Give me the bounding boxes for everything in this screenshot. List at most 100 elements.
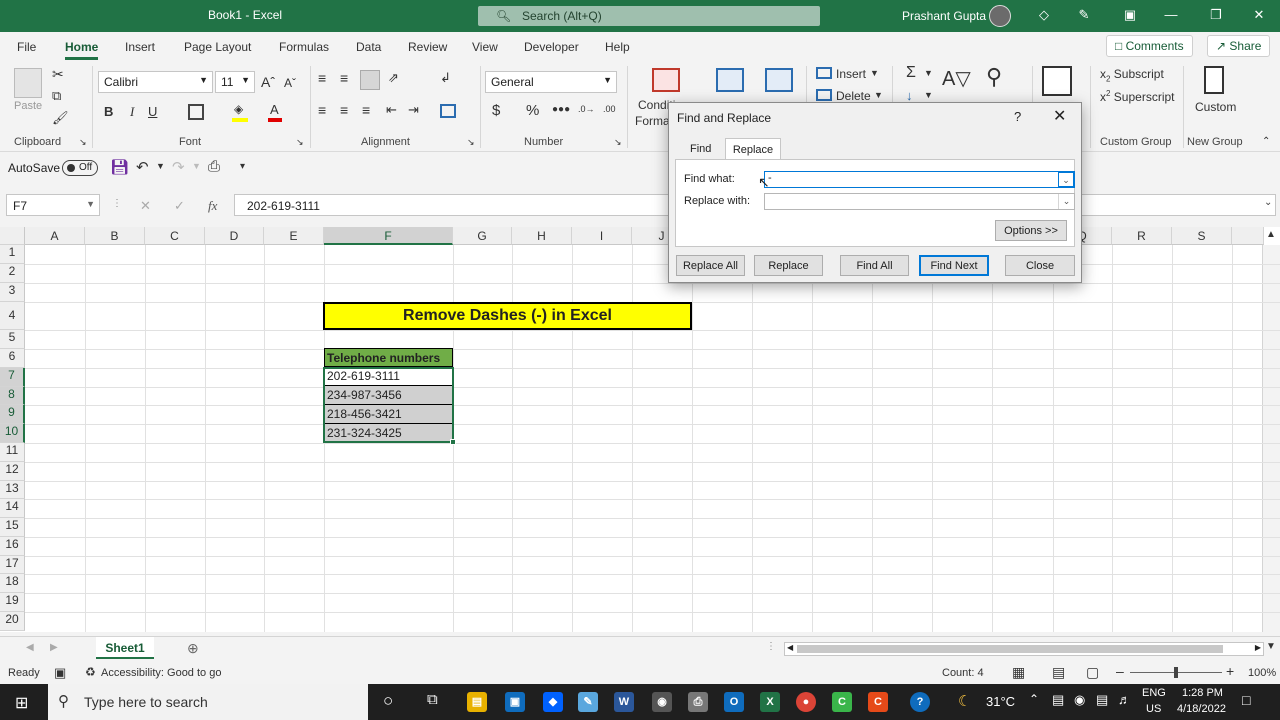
- row-header[interactable]: 3: [0, 283, 25, 302]
- autosum-icon[interactable]: Σ: [906, 64, 916, 82]
- dropbox-icon[interactable]: ◆: [543, 692, 563, 712]
- scroll-thumb[interactable]: [797, 645, 1223, 653]
- cancel-icon[interactable]: ✕: [140, 198, 151, 214]
- select-all-corner[interactable]: [0, 227, 25, 245]
- tab-file[interactable]: File: [17, 40, 36, 54]
- options-button[interactable]: Options >>: [995, 220, 1067, 241]
- align-left-icon[interactable]: ≡: [318, 102, 326, 118]
- calculator-icon[interactable]: [1204, 66, 1224, 94]
- column-header[interactable]: D: [205, 227, 264, 245]
- font-size-select[interactable]: 11 ▼: [215, 71, 255, 93]
- chrome-icon[interactable]: ●: [796, 692, 816, 712]
- name-box[interactable]: F7 ▼: [6, 194, 100, 216]
- row-header[interactable]: 5: [0, 330, 25, 349]
- app-tray-icon[interactable]: ▤: [1052, 692, 1064, 708]
- enter-icon[interactable]: ✓: [174, 198, 185, 214]
- underline-button[interactable]: U: [148, 104, 157, 119]
- normal-view-icon[interactable]: ▦: [1012, 664, 1025, 681]
- column-header[interactable]: B: [85, 227, 145, 245]
- tab-home[interactable]: Home: [65, 40, 99, 60]
- add-sheet-icon[interactable]: ⊕: [187, 640, 199, 657]
- align-bottom-icon[interactable]: [360, 70, 380, 90]
- fill-icon[interactable]: ↓: [906, 88, 913, 103]
- tab-view[interactable]: View: [472, 40, 498, 54]
- chevron-up-icon[interactable]: ⌃: [1029, 692, 1039, 706]
- tab-replace[interactable]: Replace: [725, 138, 781, 160]
- undo-icon[interactable]: ↶: [136, 158, 149, 176]
- replace-all-button[interactable]: Replace All: [676, 255, 745, 276]
- increase-indent-icon[interactable]: ⇥: [408, 102, 419, 118]
- row-header[interactable]: 6: [0, 349, 25, 368]
- row-header[interactable]: 20: [0, 612, 25, 631]
- tab-find[interactable]: Find: [690, 143, 711, 155]
- recorder-icon[interactable]: C: [868, 692, 888, 712]
- subscript-button[interactable]: x2 Subscript: [1100, 67, 1164, 83]
- delete-label[interactable]: Delete: [836, 89, 871, 103]
- bold-button[interactable]: B: [104, 104, 113, 119]
- paste-icon[interactable]: [14, 68, 42, 98]
- clipboard-launcher-icon[interactable]: ↘: [79, 137, 87, 148]
- column-header[interactable]: C: [145, 227, 205, 245]
- excel-icon[interactable]: X: [760, 692, 780, 712]
- macro-record-icon[interactable]: ▣: [54, 665, 66, 681]
- percent-button[interactable]: %: [526, 102, 539, 119]
- user-name[interactable]: Prashant Gupta: [902, 9, 986, 23]
- row-header[interactable]: 19: [0, 593, 25, 612]
- row-header[interactable]: 12: [0, 462, 25, 481]
- diamond-icon[interactable]: ◇: [1033, 7, 1055, 23]
- alignment-launcher-icon[interactable]: ↘: [467, 137, 475, 148]
- clock-time[interactable]: 1:28 PM: [1182, 687, 1223, 699]
- number-launcher-icon[interactable]: ↘: [614, 137, 622, 148]
- cortana-icon[interactable]: ○: [383, 691, 393, 711]
- close-icon[interactable]: ✕: [1248, 7, 1270, 23]
- fill-color-icon[interactable]: [232, 118, 248, 122]
- replace-button[interactable]: Replace: [754, 255, 823, 276]
- maximize-icon[interactable]: ❐: [1205, 7, 1227, 23]
- currency-button[interactable]: $: [492, 102, 500, 119]
- ribbon-display-icon[interactable]: ▣: [1119, 7, 1141, 23]
- column-header[interactable]: [1232, 227, 1264, 245]
- page-layout-view-icon[interactable]: ▤: [1052, 664, 1065, 681]
- temperature[interactable]: 31°C: [986, 694, 1015, 709]
- next-sheet-icon[interactable]: ▶: [50, 642, 58, 653]
- prev-sheet-icon[interactable]: ◀: [26, 642, 34, 653]
- share-button[interactable]: ↗ Share: [1207, 35, 1271, 57]
- horizontal-scrollbar[interactable]: ◀ ▶: [784, 642, 1264, 656]
- column-header[interactable]: F: [324, 227, 453, 245]
- column-header[interactable]: A: [25, 227, 85, 245]
- network-icon[interactable]: ▤: [1096, 692, 1108, 708]
- page-break-view-icon[interactable]: ▢: [1086, 664, 1099, 681]
- accessibility-icon[interactable]: ♻: [85, 665, 96, 679]
- chevron-down-icon[interactable]: ▼: [156, 161, 165, 171]
- table-header-cell[interactable]: Telephone numbers: [324, 348, 453, 367]
- font-name-select[interactable]: Calibri ▼: [98, 71, 213, 93]
- custom-button[interactable]: Custom: [1195, 100, 1236, 114]
- zoom-level[interactable]: 100%: [1248, 667, 1276, 679]
- copy-icon[interactable]: ⧉: [52, 88, 61, 104]
- row-header[interactable]: 9: [0, 405, 25, 424]
- find-all-button[interactable]: Find All: [840, 255, 909, 276]
- zoom-out-icon[interactable]: –: [1116, 663, 1124, 679]
- file-explorer-icon[interactable]: ▤: [467, 692, 487, 712]
- save-icon[interactable]: 💾︎: [110, 158, 129, 176]
- store-icon[interactable]: ▣: [505, 692, 525, 712]
- row-header[interactable]: 8: [0, 387, 25, 405]
- zoom-slider-thumb[interactable]: [1174, 667, 1178, 678]
- column-header[interactable]: G: [453, 227, 512, 245]
- insert-label[interactable]: Insert: [836, 67, 866, 81]
- orientation-icon[interactable]: ⇗: [388, 70, 399, 86]
- webcam-icon[interactable]: ◉: [652, 692, 672, 712]
- minimize-icon[interactable]: —: [1160, 7, 1182, 22]
- word-icon[interactable]: W: [614, 692, 634, 712]
- chevron-down-icon[interactable]: ▼: [870, 68, 879, 78]
- row-header[interactable]: 11: [0, 443, 25, 462]
- row-header[interactable]: 1: [0, 245, 25, 264]
- align-right-icon[interactable]: ≡: [362, 102, 370, 118]
- chevron-down-icon[interactable]: ⌄: [1058, 194, 1074, 209]
- cell-styles-icon[interactable]: [765, 68, 793, 92]
- meet-now-icon[interactable]: ◉: [1074, 692, 1085, 708]
- chevron-down-icon[interactable]: ▼: [924, 68, 933, 78]
- worksheet-grid[interactable]: A B C D E F G H I J Q R S ▲ 1 2 3 4 5 6 …: [0, 227, 1280, 632]
- customize-qat-icon[interactable]: ▾: [240, 161, 245, 172]
- accessibility-status[interactable]: Accessibility: Good to go: [101, 667, 221, 679]
